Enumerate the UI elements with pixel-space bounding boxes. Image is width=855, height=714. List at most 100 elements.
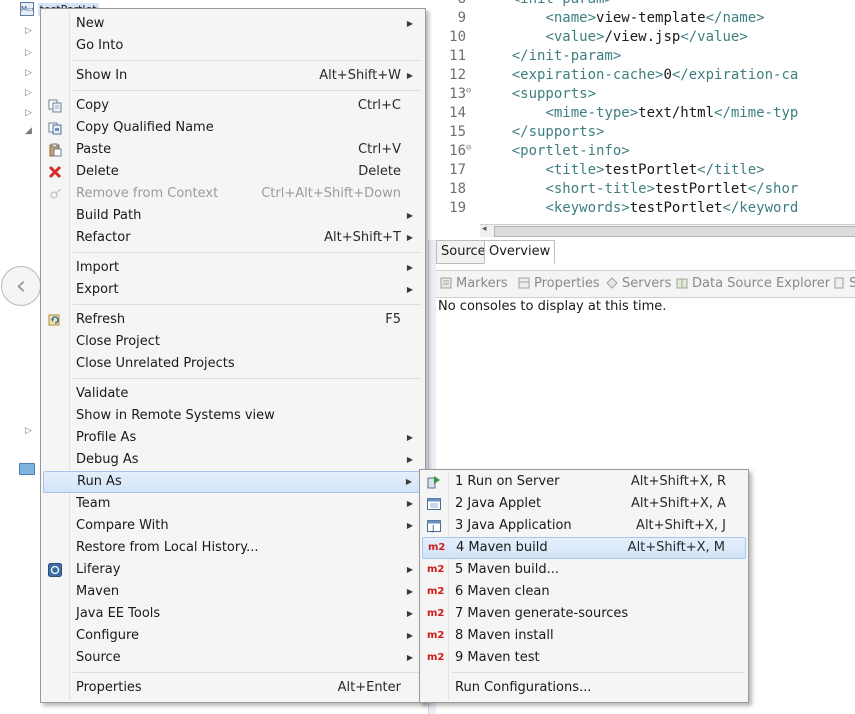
menu-item-profile-as[interactable]: Profile As ▶	[43, 427, 423, 449]
menu-item-maven-clean[interactable]: m2 6 Maven clean	[422, 581, 746, 603]
menu-item-label: Go Into	[76, 38, 124, 53]
tab-data-source-explorer[interactable]: Data Source Explorer	[676, 276, 830, 291]
tree-collapse-icon[interactable]: ◢	[25, 126, 32, 136]
scrollbar-thumb[interactable]	[494, 226, 855, 237]
menu-item-go-into[interactable]: Go Into	[43, 35, 423, 57]
scroll-left-icon[interactable]: ◂	[482, 224, 487, 234]
folder-icon	[19, 463, 35, 475]
code-text: <value>/view.jsp</value>	[478, 29, 747, 45]
code-line[interactable]: 19 <keywords>testPortlet</keyword	[428, 200, 798, 219]
code-line[interactable]: 17 <title>testPortlet</title>	[428, 162, 764, 181]
xml-tag: </init-param>	[511, 48, 622, 64]
menu-item-run-on-server[interactable]: 1 Run on Server Alt+Shift+X, R	[422, 471, 746, 493]
code-text: <expiration-cache>0</expiration-ca	[478, 67, 799, 83]
menu-item-import[interactable]: Import ▶	[43, 257, 423, 279]
xml-tag: </expiration-ca	[671, 67, 799, 83]
menu-item-maven-generate-sources[interactable]: m2 7 Maven generate-sources	[422, 603, 746, 625]
menu-item-shortcut: Alt+Shift+X, R	[630, 474, 726, 489]
fold-toggle-icon[interactable]: ⊖	[466, 86, 478, 96]
console-tab-label: Servers	[622, 276, 672, 291]
menu-item-close-project[interactable]: Close Project	[43, 331, 423, 353]
xml-tag: <title>	[545, 162, 605, 178]
xml-editor[interactable]: 8⊖ <init-param>9 <name>view-template</na…	[428, 0, 855, 240]
menu-item-copy[interactable]: Copy Ctrl+C	[43, 95, 423, 117]
code-line[interactable]: 18 <short-title>testPortlet</shor	[428, 181, 798, 200]
menu-item-refresh[interactable]: Refresh F5	[43, 309, 423, 331]
m2-icon: m2	[427, 652, 445, 663]
menu-item-team[interactable]: Team ▶	[43, 493, 423, 515]
menu-item-properties[interactable]: Properties Alt+Enter	[43, 677, 423, 699]
tab-snippets[interactable]: S	[833, 276, 855, 291]
menu-item-run-configurations[interactable]: Run Configurations...	[422, 677, 746, 699]
code-text: <mime-type>text/html</mime-typ	[478, 105, 798, 121]
menu-separator	[73, 90, 421, 91]
fold-toggle-icon[interactable]: ⊖	[466, 143, 478, 153]
tab-properties[interactable]: Properties	[518, 276, 600, 291]
submenu-arrow-icon: ▶	[406, 71, 413, 80]
menu-item-label: Compare With	[76, 518, 169, 533]
xml-tag: </name>	[705, 10, 765, 26]
submenu-arrow-icon: ▶	[406, 19, 413, 28]
menu-item-paste[interactable]: Paste Ctrl+V	[43, 139, 423, 161]
tree-expand-icon[interactable]: ▷	[25, 426, 32, 436]
menu-item-shortcut: Alt+Enter	[337, 680, 401, 695]
menu-item-label: 9 Maven test	[455, 650, 540, 665]
menu-item-show-in-remote-systems-view[interactable]: Show in Remote Systems view	[43, 405, 423, 427]
tab-servers[interactable]: Servers	[606, 276, 671, 291]
menu-item-maven-install[interactable]: m2 8 Maven install	[422, 625, 746, 647]
menu-item-maven-test[interactable]: m2 9 Maven test	[422, 647, 746, 669]
menu-item-run-as[interactable]: Run As ▶	[43, 471, 423, 493]
menu-item-label: Java EE Tools	[76, 606, 161, 621]
code-line[interactable]: 15 </supports>	[428, 124, 604, 143]
tree-expand-icon[interactable]: ▷	[25, 68, 32, 78]
tab-overview[interactable]: Overview	[484, 240, 556, 264]
menu-item-compare-with[interactable]: Compare With ▶	[43, 515, 423, 537]
code-line[interactable]: 8⊖ <init-param>	[428, 0, 613, 10]
menu-item-java-applet[interactable]: 2 Java Applet Alt+Shift+X, A	[422, 493, 746, 515]
menu-item-maven-build[interactable]: m2 4 Maven build Alt+Shift+X, M	[422, 537, 746, 559]
back-navigation-icon[interactable]: ‹	[1, 266, 41, 306]
menu-item-label: Validate	[76, 386, 129, 401]
code-text: <keywords>testPortlet</keyword	[478, 200, 798, 216]
menu-item-delete[interactable]: Delete Delete	[43, 161, 423, 183]
code-line[interactable]: 11 </init-param>	[428, 48, 621, 67]
tree-expand-icon[interactable]: ▷	[25, 88, 32, 98]
console-tab-label: Data Source Explorer	[692, 276, 831, 291]
editor-horizontal-scrollbar[interactable]: ◂	[480, 224, 855, 237]
code-line[interactable]: 9 <name>view-template</name>	[428, 10, 765, 29]
menu-item-debug-as[interactable]: Debug As ▶	[43, 449, 423, 471]
menu-item-maven[interactable]: Maven ▶	[43, 581, 423, 603]
tree-expand-icon[interactable]: ▷	[25, 108, 32, 118]
code-line[interactable]: 14 <mime-type>text/html</mime-typ	[428, 105, 798, 124]
code-line[interactable]: 13⊖ <supports>	[428, 86, 596, 105]
menu-item-label: Maven	[76, 584, 120, 599]
submenu-arrow-icon: ▶	[406, 631, 413, 640]
tab-markers[interactable]: Markers	[440, 276, 508, 291]
menu-item-export[interactable]: Export ▶	[43, 279, 423, 301]
menu-item-label: Refactor	[76, 230, 131, 245]
menu-item-java-ee-tools[interactable]: Java EE Tools ▶	[43, 603, 423, 625]
line-number: 16	[449, 143, 466, 159]
code-line[interactable]: 10 <value>/view.jsp</value>	[428, 29, 748, 48]
tree-expand-icon[interactable]: ▷	[25, 26, 32, 36]
menu-item-label: Delete	[76, 164, 119, 179]
tree-expand-icon[interactable]: ▷	[25, 48, 32, 58]
menu-item-source[interactable]: Source ▶	[43, 647, 423, 669]
menu-item-show-in[interactable]: Show In Alt+Shift+W ▶	[43, 65, 423, 87]
menu-item-copy-qualified-name[interactable]: Copy Qualified Name	[43, 117, 423, 139]
menu-item-refactor[interactable]: Refactor Alt+Shift+T ▶	[43, 227, 423, 249]
code-line[interactable]: 16⊖ <portlet-info>	[428, 143, 630, 162]
menu-item-maven-build-dialog[interactable]: m2 5 Maven build...	[422, 559, 746, 581]
menu-item-new[interactable]: New ▶	[43, 13, 423, 35]
java-applet-icon	[427, 497, 441, 511]
menu-item-liferay[interactable]: Liferay ▶	[43, 559, 423, 581]
tab-source[interactable]: Source	[436, 240, 490, 264]
code-line[interactable]: 12 <expiration-cache>0</expiration-ca	[428, 67, 798, 86]
menu-item-restore-from-local-history[interactable]: Restore from Local History...	[43, 537, 423, 559]
menu-item-close-unrelated-projects[interactable]: Close Unrelated Projects	[43, 353, 423, 375]
fold-toggle-icon[interactable]: ⊖	[466, 0, 478, 1]
menu-item-build-path[interactable]: Build Path ▶	[43, 205, 423, 227]
menu-item-validate[interactable]: Validate	[43, 383, 423, 405]
menu-item-java-application[interactable]: J 3 Java Application Alt+Shift+X, J	[422, 515, 746, 537]
menu-item-configure[interactable]: Configure ▶	[43, 625, 423, 647]
